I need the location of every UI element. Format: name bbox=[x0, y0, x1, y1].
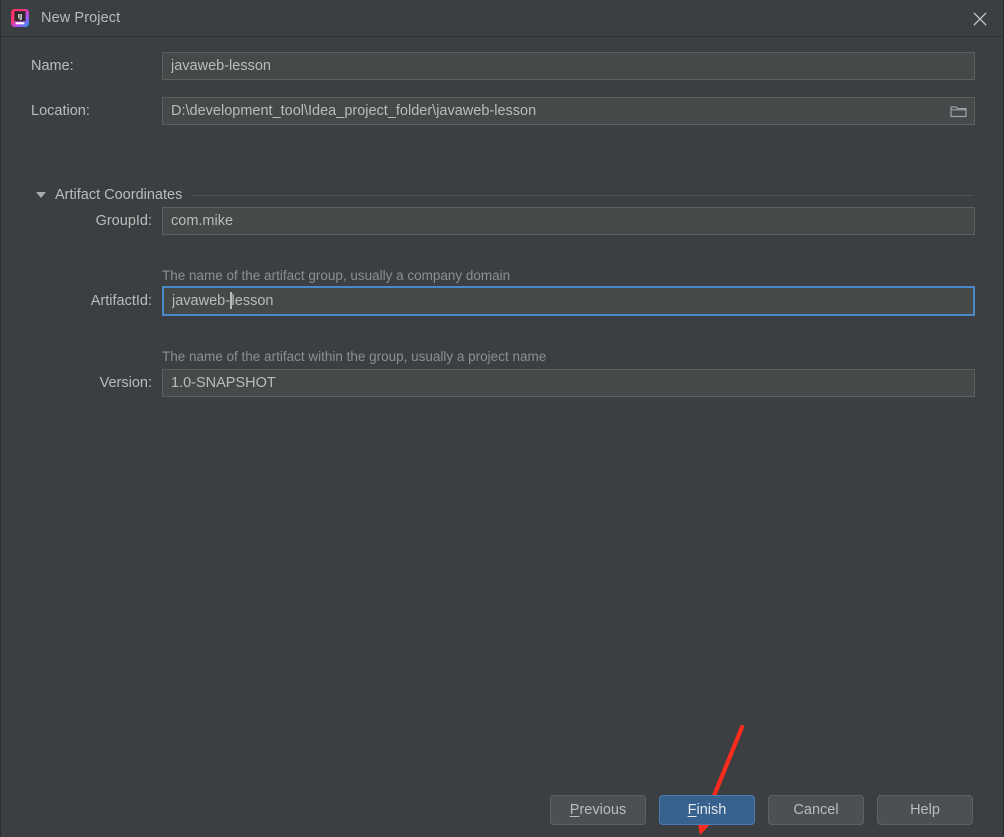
help-button-label: Help bbox=[910, 802, 940, 818]
finish-button-mnemonic: F bbox=[687, 802, 697, 818]
folder-icon[interactable] bbox=[948, 102, 968, 120]
version-input-value: 1.0-SNAPSHOT bbox=[171, 375, 276, 391]
cancel-button-label: Cancel bbox=[793, 802, 839, 818]
help-button[interactable]: Help bbox=[877, 795, 973, 825]
groupid-hint: The name of the artifact group, usually … bbox=[162, 268, 511, 283]
window-title: New Project bbox=[41, 10, 121, 26]
location-row: Location: D:\development_tool\Idea_proje… bbox=[1, 97, 1003, 125]
close-icon[interactable] bbox=[957, 0, 1003, 37]
triangle-down-icon[interactable] bbox=[36, 192, 46, 198]
new-project-dialog: IJ New Project Name: javaweb-lesson Loca… bbox=[0, 0, 1004, 837]
artifactid-input-value-after: lesson bbox=[231, 293, 274, 309]
name-row: Name: javaweb-lesson bbox=[1, 52, 1003, 80]
location-input-value: D:\development_tool\Idea_project_folder\… bbox=[171, 103, 537, 119]
location-input[interactable]: D:\development_tool\Idea_project_folder\… bbox=[162, 97, 975, 125]
section-divider bbox=[192, 194, 973, 196]
section-title: Artifact Coordinates bbox=[55, 187, 183, 203]
svg-text:IJ: IJ bbox=[18, 14, 23, 21]
previous-button[interactable]: Previous bbox=[550, 795, 646, 825]
previous-button-mnemonic: P bbox=[569, 802, 580, 818]
name-input-value: javaweb-lesson bbox=[171, 58, 271, 74]
artifactid-input[interactable]: javaweb-lesson bbox=[162, 286, 975, 316]
artifact-coordinates-section-header[interactable]: Artifact Coordinates bbox=[36, 187, 973, 203]
groupid-label: GroupId: bbox=[95, 213, 152, 229]
title-bar: IJ New Project bbox=[1, 0, 1003, 37]
location-label: Location: bbox=[31, 103, 90, 119]
text-caret bbox=[230, 291, 232, 309]
finish-button-label-rest: inish bbox=[696, 802, 727, 818]
artifactid-label: ArtifactId: bbox=[90, 293, 152, 309]
artifactid-input-value-before: javaweb- bbox=[172, 293, 231, 309]
cancel-button[interactable]: Cancel bbox=[768, 795, 864, 825]
previous-button-label-rest: revious bbox=[579, 802, 627, 818]
intellij-idea-icon: IJ bbox=[11, 9, 29, 27]
finish-button[interactable]: Finish bbox=[659, 795, 755, 825]
version-label: Version: bbox=[99, 375, 152, 391]
artifactid-hint: The name of the artifact within the grou… bbox=[162, 349, 547, 364]
groupid-input-value: com.mike bbox=[171, 213, 234, 229]
dialog-button-bar: Previous Finish Cancel Help bbox=[1, 783, 1003, 837]
dialog-body: Name: javaweb-lesson Location: D:\develo… bbox=[1, 37, 1003, 837]
name-label: Name: bbox=[31, 58, 74, 74]
version-input[interactable]: 1.0-SNAPSHOT bbox=[162, 369, 975, 397]
name-input[interactable]: javaweb-lesson bbox=[162, 52, 975, 80]
groupid-input[interactable]: com.mike bbox=[162, 207, 975, 235]
